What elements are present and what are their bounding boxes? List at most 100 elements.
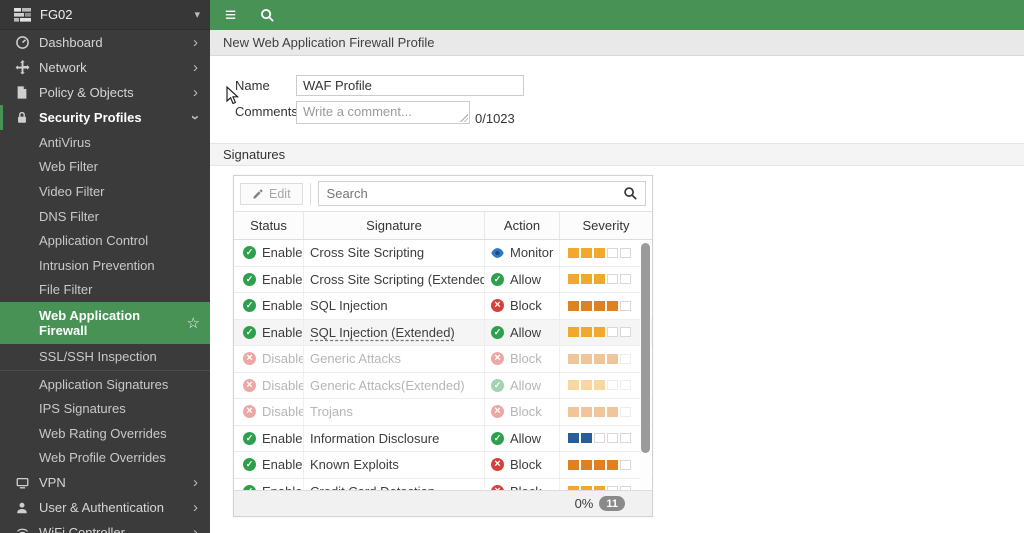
- comments-field[interactable]: [296, 101, 470, 124]
- table-scrollbar[interactable]: [640, 241, 651, 489]
- name-label: Name: [235, 78, 270, 93]
- page-title-bar: New Web Application Firewall Profile: [210, 30, 1024, 56]
- sidebar-item-dashboard[interactable]: Dashboard ›: [0, 30, 210, 55]
- content-area: Name Comments 0/1023 Signatures: [210, 56, 1024, 533]
- signature-label: Generic Attacks(Extended): [310, 377, 465, 393]
- action-label: Block: [510, 484, 542, 490]
- favorite-star-icon[interactable]: ☆: [187, 314, 200, 332]
- severity-segment-empty: [620, 459, 631, 470]
- scrollbar-thumb[interactable]: [641, 243, 650, 453]
- sidebar-item-file-filter[interactable]: File Filter: [0, 278, 210, 303]
- severity-segment-empty: [620, 327, 631, 338]
- sidebar-item-label: Application Signatures: [39, 376, 169, 392]
- chevron-down-icon: ›: [187, 115, 204, 120]
- sidebar-item-web-application-firewall[interactable]: Web Application Firewall ☆: [0, 302, 210, 345]
- severity-segment-filled: [594, 327, 605, 338]
- action-label: Allow: [510, 377, 542, 393]
- column-header-severity[interactable]: Severity: [560, 212, 652, 239]
- table-row[interactable]: Enable Known Exploits Block: [234, 452, 652, 479]
- sidebar-item-user-authentication[interactable]: User & Authentication ›: [0, 495, 210, 520]
- signature-label: SQL Injection (Extended): [310, 324, 455, 340]
- severity-segment-filled: [594, 486, 605, 490]
- severity-segment-filled: [581, 247, 592, 258]
- table-row[interactable]: Enable SQL Injection Block: [234, 293, 652, 320]
- table-row[interactable]: Disable Generic Attacks(Extended) Allow: [234, 372, 652, 399]
- device-dropdown-caret-icon[interactable]: ▾: [194, 8, 200, 21]
- severity-bar: [560, 399, 652, 425]
- status-icon: [243, 272, 256, 286]
- sidebar-item-label: Video Filter: [39, 183, 105, 199]
- block-x-icon: [491, 405, 504, 419]
- sidebar-item-vpn[interactable]: VPN ›: [0, 470, 210, 495]
- action-label: Block: [510, 351, 542, 367]
- status-icon: [243, 378, 256, 392]
- severity-segment-empty: [607, 274, 618, 285]
- policy-document-icon: [14, 85, 30, 101]
- sidebar-item-ips-signatures[interactable]: IPS Signatures: [0, 396, 210, 421]
- sidebar-item-antivirus[interactable]: AntiVirus: [0, 130, 210, 155]
- sidebar-item-application-signatures[interactable]: Application Signatures: [0, 372, 210, 397]
- severity-segment-empty: [620, 300, 631, 311]
- lock-icon: [14, 110, 30, 126]
- status-label: Enable: [262, 430, 303, 446]
- edit-button[interactable]: Edit: [240, 182, 303, 205]
- table-row[interactable]: Disable Generic Attacks Block: [234, 346, 652, 373]
- table-row[interactable]: Enable Credit Card Detection Block: [234, 478, 652, 490]
- sidebar-item-web-filter[interactable]: Web Filter: [0, 155, 210, 180]
- monitor-eye-icon: [491, 246, 504, 259]
- device-selector[interactable]: FG02 ▾: [0, 0, 210, 30]
- table-header-row: Status Signature Action Severity: [234, 211, 652, 240]
- severity-bar: [560, 426, 652, 452]
- severity-segment-empty: [620, 274, 631, 285]
- name-field[interactable]: [296, 75, 524, 96]
- severity-segment-filled: [581, 380, 592, 391]
- severity-segment-filled: [581, 300, 592, 311]
- table-row[interactable]: Disable Trojans Block: [234, 399, 652, 426]
- sidebar-item-policy-objects[interactable]: Policy & Objects ›: [0, 80, 210, 105]
- search-icon[interactable]: [615, 186, 645, 201]
- sidebar-item-web-rating-overrides[interactable]: Web Rating Overrides: [0, 421, 210, 446]
- status-icon: [243, 352, 256, 366]
- sidebar-item-label: Application Control: [39, 233, 149, 249]
- status-label: Disable: [262, 377, 304, 393]
- table-row[interactable]: Enable Cross Site Scripting (Extended) A…: [234, 266, 652, 293]
- sidebar-item-network[interactable]: Network ›: [0, 55, 210, 80]
- sidebar-item-web-profile-overrides[interactable]: Web Profile Overrides: [0, 446, 210, 471]
- action-label: Monitor: [510, 245, 554, 261]
- sidebar-item-label: Web Rating Overrides: [39, 425, 167, 441]
- status-icon: [243, 458, 256, 472]
- sidebar-item-video-filter[interactable]: Video Filter: [0, 179, 210, 204]
- search-input[interactable]: [318, 186, 615, 201]
- severity-segment-empty: [620, 433, 631, 444]
- status-icon: [243, 431, 256, 445]
- hamburger-menu-icon[interactable]: ≡: [225, 6, 236, 25]
- sidebar-item-dns-filter[interactable]: DNS Filter: [0, 204, 210, 229]
- signature-label: Cross Site Scripting: [310, 245, 425, 261]
- severity-segment-filled: [581, 274, 592, 285]
- global-search-icon[interactable]: [260, 8, 275, 23]
- block-x-icon: [491, 352, 504, 366]
- status-icon: [243, 246, 256, 260]
- table-row[interactable]: Enable Cross Site Scripting Monitor: [234, 240, 652, 267]
- severity-segment-filled: [607, 353, 618, 364]
- sidebar-item-label: AntiVirus: [39, 134, 91, 150]
- sidebar-item-wifi-controller[interactable]: WiFi Controller ›: [0, 520, 210, 533]
- table-toolbar: Edit: [234, 176, 652, 211]
- column-header-signature[interactable]: Signature: [304, 212, 485, 239]
- severity-segment-filled: [594, 406, 605, 417]
- status-icon: [243, 299, 256, 313]
- severity-segment-empty: [607, 247, 618, 258]
- app-window: FG02 ▾ Dashboard › Network › Policy & Ob…: [0, 0, 1024, 533]
- sidebar-item-application-control[interactable]: Application Control: [0, 228, 210, 253]
- sidebar-item-security-profiles[interactable]: Security Profiles ›: [0, 105, 210, 130]
- column-header-action[interactable]: Action: [485, 212, 560, 239]
- table-row[interactable]: Enable Information Disclosure Allow: [234, 425, 652, 452]
- sidebar-item-label: Policy & Objects: [39, 85, 134, 100]
- table-row[interactable]: Enable SQL Injection (Extended) Allow: [234, 319, 652, 346]
- signature-label: Information Disclosure: [310, 430, 440, 446]
- column-header-status[interactable]: Status: [234, 212, 304, 239]
- sidebar-item-ssl-ssh-inspection[interactable]: SSL/SSH Inspection: [0, 344, 210, 369]
- sidebar-item-intrusion-prevention[interactable]: Intrusion Prevention: [0, 253, 210, 278]
- severity-segment-empty: [607, 486, 618, 490]
- sidebar-item-label: VPN: [39, 475, 66, 491]
